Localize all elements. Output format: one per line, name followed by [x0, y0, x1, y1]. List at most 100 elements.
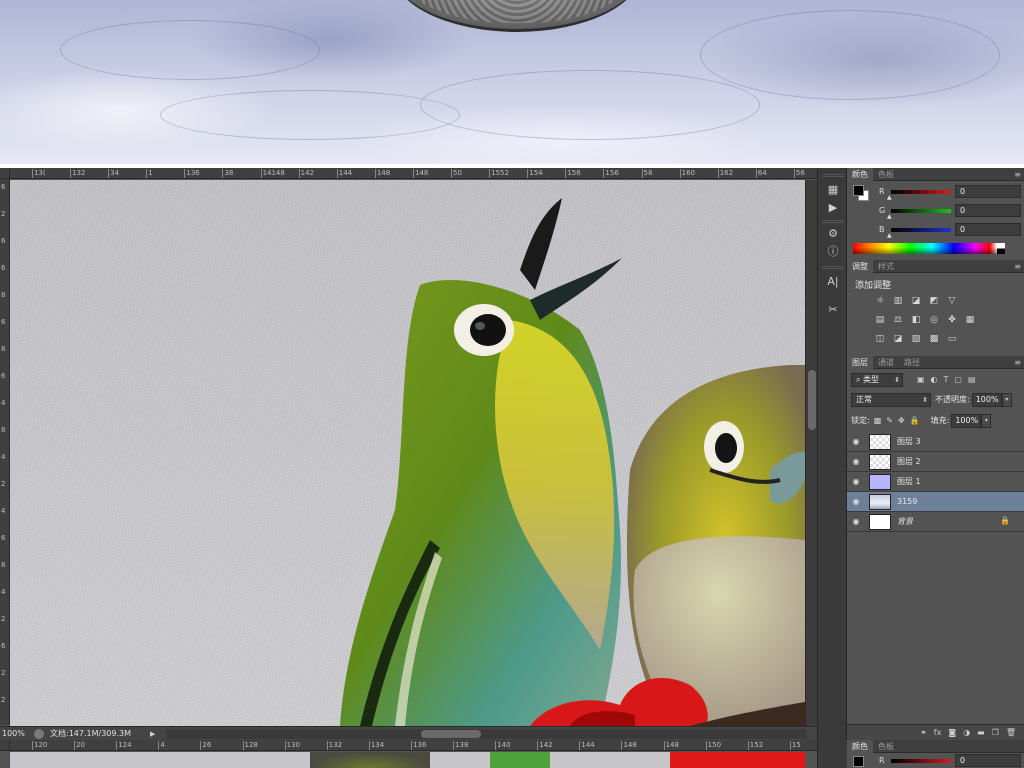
opacity-dropdown[interactable]: ▾ — [1001, 392, 1012, 407]
opacity-field[interactable]: 100% — [971, 392, 1002, 407]
ruler-tick-label: 142 — [537, 741, 553, 750]
ruler-corner-bottom — [0, 740, 10, 751]
layer-row[interactable]: ◉ 背景 🔒 — [847, 512, 1024, 532]
r-slider-bottom: R 0 — [879, 754, 1024, 768]
visibility-eye-icon[interactable]: ◉ — [847, 437, 865, 446]
color-spectrum-bar[interactable] — [853, 243, 997, 254]
slider-track[interactable] — [891, 209, 951, 213]
levels-icon[interactable]: ▥ — [891, 295, 905, 307]
slider-value-field[interactable]: 0 — [955, 204, 1021, 217]
photoshop-window-duplicate: 120 20 124 4 26 128 130 132 134 136 138 140 142 144 14… — [0, 740, 1024, 768]
filter-icons[interactable]: ▣◐T▢▤ — [917, 375, 982, 384]
slider-knob-icon[interactable]: ▲ — [887, 213, 892, 220]
layer-name[interactable]: 图层 1 — [897, 476, 921, 487]
new-layer-icon[interactable]: ❐ — [992, 728, 999, 737]
layer-row[interactable]: ◉ 3159 — [847, 492, 1024, 512]
adjust-menu-icon[interactable]: ≡ — [1014, 262, 1021, 271]
horizontal-scrollbar[interactable] — [166, 728, 807, 739]
exposure-icon[interactable]: ◩ — [927, 295, 941, 307]
posterize-icon[interactable]: ◪ — [891, 333, 905, 345]
gradient-map-icon[interactable]: ▭ — [945, 333, 959, 345]
tab-color-bottom[interactable]: 颜色 — [847, 740, 873, 753]
vibrance-icon[interactable]: ▤ — [873, 314, 887, 326]
document-canvas-bottom[interactable] — [10, 752, 805, 768]
black-white-swatch[interactable] — [997, 243, 1005, 254]
layer-row[interactable]: ◉ 图层 1 — [847, 472, 1024, 492]
slider-row-r: R ▲ 0 — [879, 185, 1024, 201]
tab-swatches-bottom[interactable]: 色板 — [873, 740, 899, 753]
status-icon — [34, 728, 44, 739]
tool-presets-icon[interactable]: ✂ — [824, 302, 842, 318]
layer-name[interactable]: 3159 — [897, 497, 917, 506]
filter-kind-select[interactable]: ⌕ 类型 — [851, 372, 903, 387]
info-icon[interactable]: ⓘ — [824, 244, 842, 260]
history-icon[interactable]: ⚙ — [824, 226, 842, 242]
lock-icons[interactable]: ▩✎✥🔒 — [874, 416, 925, 425]
selective-color-icon[interactable]: ▩ — [927, 333, 941, 345]
r-track-bottom[interactable] — [891, 759, 951, 763]
color-panel-icon[interactable]: ▦ — [824, 182, 842, 198]
layer-row[interactable]: ◉ 图层 3 — [847, 432, 1024, 452]
vertical-scrollbar[interactable] — [805, 180, 817, 726]
tab-layers[interactable]: 图层 — [847, 355, 873, 369]
slider-track[interactable] — [891, 228, 951, 232]
visibility-eye-icon[interactable]: ◉ — [847, 477, 865, 486]
layer-name[interactable]: 背景 — [897, 516, 913, 527]
slider-knob-icon[interactable]: ▲ — [887, 194, 892, 201]
blend-mode-select[interactable]: 正常 — [851, 392, 931, 407]
slider-value-field[interactable]: 0 — [955, 223, 1021, 236]
horizontal-scroll-thumb[interactable] — [421, 729, 481, 738]
slider-track[interactable] — [891, 190, 951, 194]
character-icon[interactable]: A| — [824, 274, 842, 290]
layer-name[interactable]: 图层 3 — [897, 436, 921, 447]
painting-fragment-3 — [670, 752, 805, 768]
slider-value-field[interactable]: 0 — [955, 185, 1021, 198]
threshold-icon[interactable]: ▧ — [909, 333, 923, 345]
layer-style-icon[interactable]: fx — [934, 728, 942, 737]
adjustment-layer-icon[interactable]: ◑ — [963, 728, 970, 737]
tab-paths[interactable]: 路径 — [899, 356, 925, 369]
foreground-swatch-bottom[interactable] — [853, 756, 864, 767]
layer-thumbnail — [869, 493, 891, 510]
layer-mask-icon[interactable]: ◙ — [948, 728, 956, 737]
tab-color[interactable]: 颜色 — [847, 168, 873, 181]
visibility-eye-icon[interactable]: ◉ — [847, 497, 865, 506]
vertical-ruler-tick-label: 4 — [1, 507, 6, 515]
color-lookup-icon[interactable]: ▦ — [963, 314, 977, 326]
ruler-tick-label: 152 — [747, 741, 764, 750]
curves-icon[interactable]: ◪ — [909, 295, 923, 307]
tab-adjustments[interactable]: 调整 — [847, 259, 873, 273]
slider-knob-icon[interactable]: ▲ — [887, 232, 892, 239]
black-white-icon[interactable]: ◧ — [909, 314, 923, 326]
invert-icon[interactable]: ◫ — [873, 333, 887, 345]
layers-menu-icon[interactable]: ≡ — [1014, 358, 1021, 367]
link-layers-icon[interactable]: ⚭ — [920, 728, 927, 737]
brightness-icon[interactable]: ☼ — [873, 295, 887, 307]
layer-row[interactable]: ◉ 图层 2 — [847, 452, 1024, 472]
status-menu-arrow[interactable]: ▶ — [150, 730, 160, 738]
group-icon[interactable]: ▬ — [977, 728, 985, 737]
ruler-tick-label: 148 — [621, 741, 637, 750]
visibility-eye-icon[interactable]: ◉ — [847, 517, 865, 526]
gradient-map-triangle-icon[interactable]: ▽ — [945, 295, 959, 307]
ruler-tick-label: 128 — [242, 741, 258, 750]
play-actions-icon[interactable]: ▶ — [824, 200, 842, 216]
tab-channels[interactable]: 通道 — [873, 356, 899, 369]
balance-icon[interactable]: ⚖ — [891, 314, 905, 326]
zoom-level[interactable]: 100% — [0, 729, 30, 738]
visibility-eye-icon[interactable]: ◉ — [847, 457, 865, 466]
channel-mixer-icon[interactable]: ✤ — [945, 314, 959, 326]
photo-filter-icon[interactable]: ◎ — [927, 314, 941, 326]
r-value-bottom[interactable]: 0 — [955, 754, 1021, 767]
foreground-color-swatch[interactable] — [853, 185, 864, 196]
tab-styles[interactable]: 样式 — [873, 260, 899, 273]
painting-fragment-1 — [310, 752, 430, 768]
document-canvas[interactable] — [10, 180, 805, 726]
fill-dropdown[interactable]: ▾ — [981, 413, 992, 428]
layer-name[interactable]: 图层 2 — [897, 456, 921, 467]
delete-layer-icon[interactable]: 🗑 — [1006, 728, 1016, 737]
panel-menu-icon[interactable]: ≡ — [1014, 170, 1021, 179]
tab-swatches[interactable]: 色板 — [873, 168, 899, 181]
vertical-scroll-thumb[interactable] — [808, 370, 816, 430]
fill-field[interactable]: 100% — [951, 413, 982, 428]
